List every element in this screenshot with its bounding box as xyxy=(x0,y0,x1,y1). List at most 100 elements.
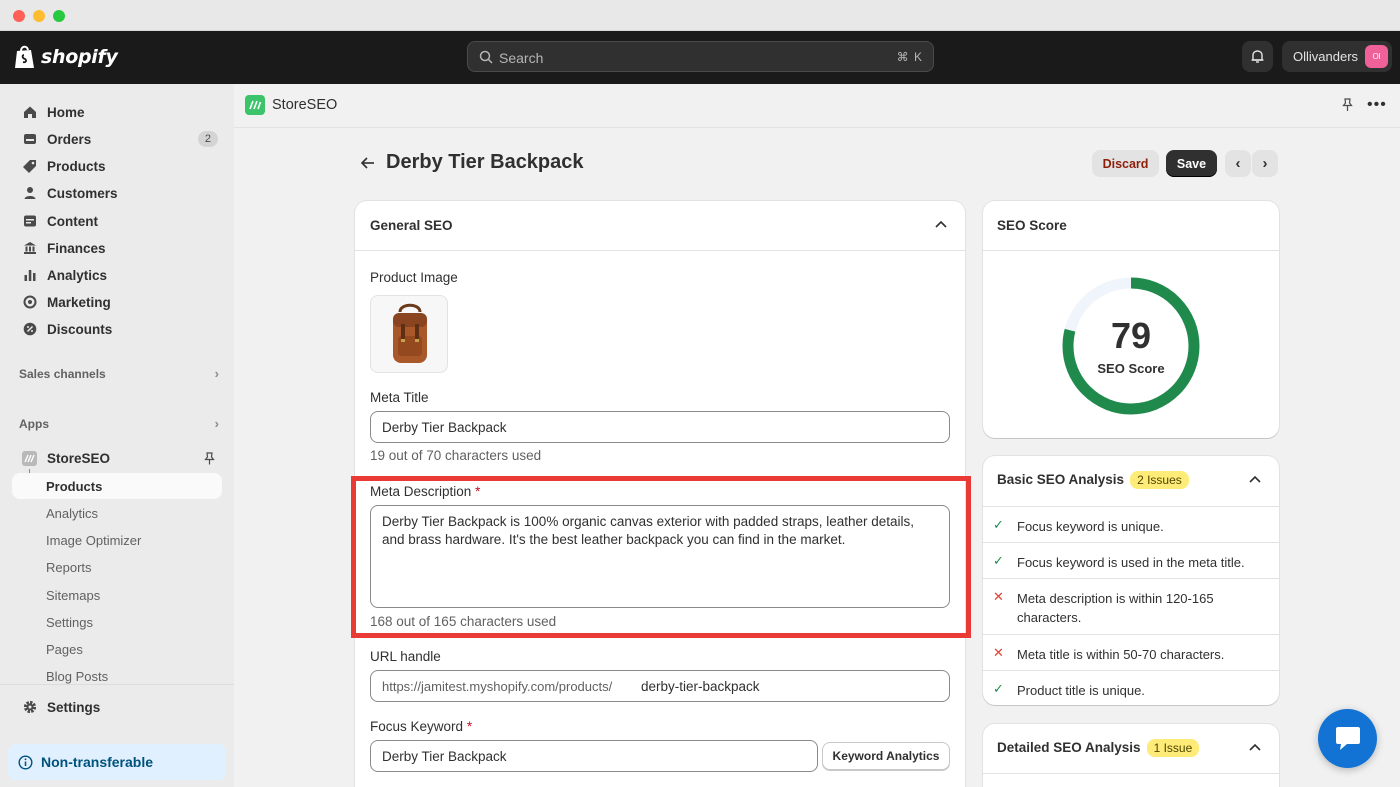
sidebar-item-storeseo[interactable]: StoreSEO xyxy=(12,445,222,471)
check-icon: ✓ xyxy=(993,553,1004,568)
sidebar-item-marketing[interactable]: Marketing xyxy=(12,289,222,315)
label-text: Focus Keyword xyxy=(370,719,464,734)
detailed-seo-analysis-card: Detailed SEO Analysis 1 Issue xyxy=(983,724,1279,787)
meta-title-value: Derby Tier Backpack xyxy=(382,420,507,435)
info-icon xyxy=(18,754,33,770)
sidebar-subitem-settings[interactable]: Settings xyxy=(46,615,93,630)
storeseo-app-icon xyxy=(22,450,37,466)
bar-chart-icon xyxy=(22,268,37,283)
sidebar-item-discounts[interactable]: Discounts xyxy=(12,316,222,342)
meta-title-input[interactable]: Derby Tier Backpack xyxy=(370,411,950,443)
search-bar[interactable]: Search ⌘ K xyxy=(467,41,934,72)
save-button[interactable]: Save xyxy=(1166,150,1217,177)
chevron-up-icon[interactable] xyxy=(1249,475,1261,483)
storeseo-logo-icon xyxy=(245,95,265,115)
next-product-button[interactable]: › xyxy=(1252,150,1278,177)
sidebar-subitem-pages[interactable]: Pages xyxy=(46,642,83,657)
sales-channels-section[interactable]: Sales channels › xyxy=(19,366,219,381)
sidebar-item-home[interactable]: Home xyxy=(12,99,222,125)
close-window-button[interactable] xyxy=(13,10,25,22)
sidebar-item-label: Finances xyxy=(47,240,106,256)
admin-topbar: shopify Search ⌘ K Ollivanders Ol xyxy=(0,31,1400,84)
person-icon xyxy=(22,186,37,201)
chat-support-button[interactable] xyxy=(1318,709,1377,768)
sidebar-item-label: Settings xyxy=(47,699,101,715)
seo-score-header: SEO Score xyxy=(983,201,1279,251)
product-image-thumbnail[interactable] xyxy=(370,295,448,373)
chevron-up-icon[interactable] xyxy=(1249,743,1261,751)
focus-keyword-label: Focus Keyword * xyxy=(370,719,472,734)
pin-icon[interactable] xyxy=(1341,98,1354,112)
sidebar-item-settings[interactable]: Settings xyxy=(12,694,222,720)
discount-icon xyxy=(22,322,37,337)
sidebar-item-orders[interactable]: Orders 2 xyxy=(12,126,222,152)
discard-button[interactable]: Discard xyxy=(1092,150,1159,177)
chevron-right-icon: › xyxy=(1262,155,1268,172)
card-title: Detailed SEO Analysis 1 Issue xyxy=(997,739,1200,757)
highlight-box xyxy=(351,476,971,638)
brand-name: shopify xyxy=(41,45,118,68)
chevron-up-icon[interactable] xyxy=(935,220,947,228)
sidebar-item-content[interactable]: Content xyxy=(12,208,222,234)
sidebar-item-label: Analytics xyxy=(47,267,108,283)
sidebar-item-analytics[interactable]: Analytics xyxy=(12,262,222,288)
non-transferable-banner[interactable]: Non-transferable xyxy=(8,744,226,780)
general-seo-header[interactable]: General SEO xyxy=(355,201,965,251)
bank-icon xyxy=(22,241,37,256)
focus-keyword-input[interactable]: Derby Tier Backpack xyxy=(370,740,818,772)
sidebar-subitem-products[interactable]: Products xyxy=(46,479,102,494)
meta-title-label: Meta Title xyxy=(370,390,429,405)
cross-icon: ✕ xyxy=(993,589,1004,604)
url-handle-value: derby-tier-backpack xyxy=(641,679,760,694)
backpack-image xyxy=(393,303,427,363)
previous-product-button[interactable]: ‹ xyxy=(1225,150,1251,177)
back-arrow-icon[interactable] xyxy=(360,155,376,171)
avatar: Ol xyxy=(1365,45,1388,68)
card-title-text: Detailed SEO Analysis xyxy=(997,740,1141,755)
maximize-window-button[interactable] xyxy=(53,10,65,22)
account-menu[interactable]: Ollivanders Ol xyxy=(1282,41,1392,72)
orders-icon xyxy=(22,132,37,147)
url-prefix: https://jamitest.myshopify.com/products/ xyxy=(382,679,613,694)
account-name: Ollivanders xyxy=(1293,49,1359,64)
card-title: Basic SEO Analysis 2 Issues xyxy=(997,471,1189,489)
detailed-seo-analysis-header[interactable]: Detailed SEO Analysis 1 Issue xyxy=(983,724,1279,774)
shopify-logo[interactable]: shopify xyxy=(14,44,118,69)
sidebar-divider xyxy=(0,684,234,685)
keyword-analytics-button[interactable]: Keyword Analytics xyxy=(822,742,950,770)
search-icon xyxy=(479,50,493,64)
sidebar-subitem-blog-posts[interactable]: Blog Posts xyxy=(46,669,108,684)
gear-icon xyxy=(22,700,37,715)
seo-score-caption: SEO Score xyxy=(1097,361,1165,376)
more-options-icon[interactable]: ••• xyxy=(1367,96,1387,114)
shopify-bag-icon xyxy=(15,45,34,68)
minimize-window-button[interactable] xyxy=(33,10,45,22)
sidebar-subitem-analytics[interactable]: Analytics xyxy=(46,506,98,521)
seo-score-card: SEO Score 79 SEO Score xyxy=(983,201,1279,438)
sidebar-subitem-reports[interactable]: Reports xyxy=(46,560,92,575)
chat-bubble-icon xyxy=(1335,726,1360,750)
apps-section[interactable]: Apps › xyxy=(19,416,219,431)
cross-icon: ✕ xyxy=(993,645,1004,660)
analysis-row: ✓ Focus keyword is unique. xyxy=(983,506,1279,542)
seo-score-value: 79 xyxy=(1110,315,1152,356)
sidebar-subitem-sitemaps[interactable]: Sitemaps xyxy=(46,588,100,603)
url-handle-input[interactable]: https://jamitest.myshopify.com/products/… xyxy=(370,670,950,702)
sidebar-item-label: Content xyxy=(47,213,98,229)
sidebar-item-finances[interactable]: Finances xyxy=(12,235,222,261)
card-title-text: Basic SEO Analysis xyxy=(997,472,1125,487)
check-icon: ✓ xyxy=(993,517,1004,532)
basic-seo-analysis-header[interactable]: Basic SEO Analysis 2 Issues xyxy=(983,456,1279,506)
sidebar-item-label: StoreSEO xyxy=(47,450,111,466)
sidebar-item-products[interactable]: Products xyxy=(12,153,222,179)
analysis-text: Meta description is within 120-165 chara… xyxy=(1017,591,1214,625)
issues-badge: 1 Issue xyxy=(1146,739,1200,757)
sidebar-item-customers[interactable]: Customers xyxy=(12,180,222,206)
pin-icon[interactable] xyxy=(203,451,216,465)
notifications-button[interactable] xyxy=(1242,41,1273,72)
sidebar-subitem-image-optimizer[interactable]: Image Optimizer xyxy=(46,533,141,548)
sidebar-subitem-products-active[interactable] xyxy=(12,473,222,499)
basic-seo-analysis-card: Basic SEO Analysis 2 Issues ✓ Focus keywo… xyxy=(983,456,1279,705)
analysis-row: ✕ Meta title is within 50-70 characters. xyxy=(983,634,1279,670)
window-titlebar xyxy=(0,0,1400,31)
